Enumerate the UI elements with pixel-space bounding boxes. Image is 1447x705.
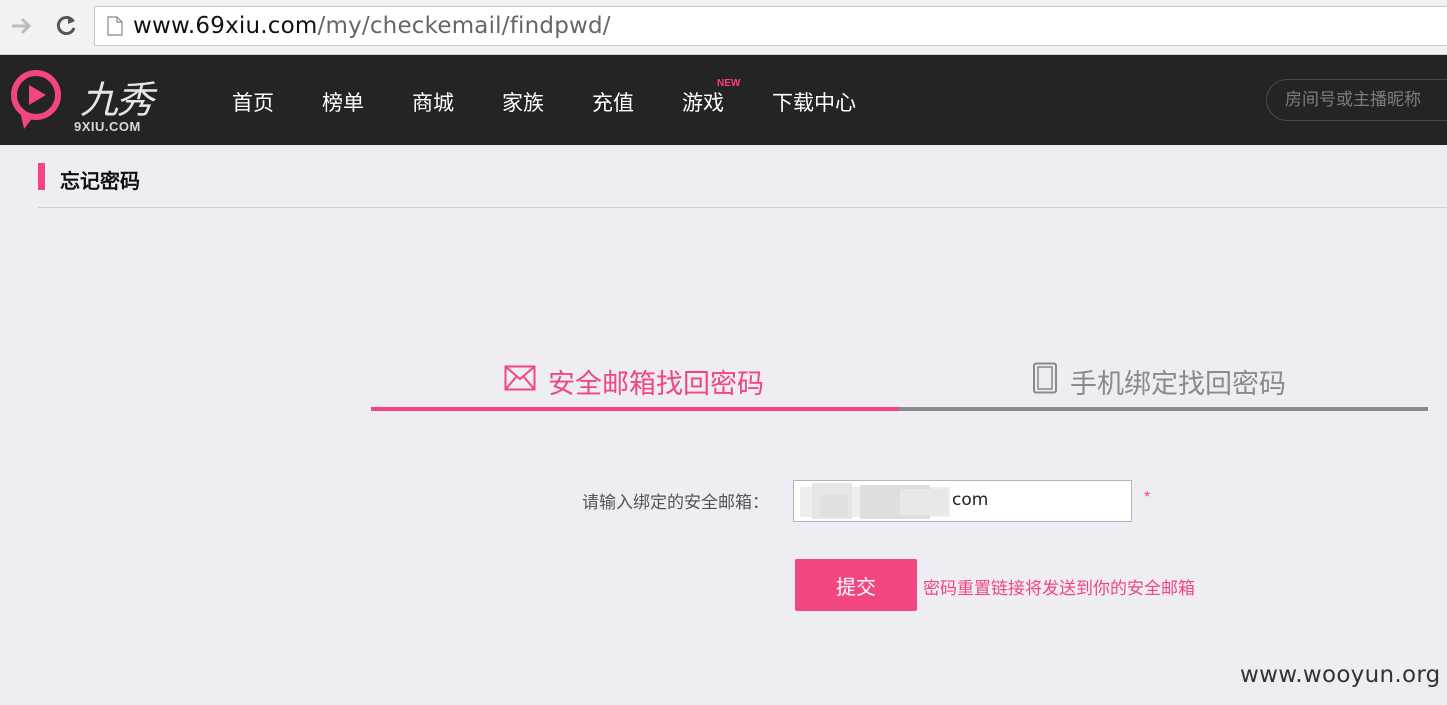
nav-home[interactable]: 首页 — [232, 87, 274, 117]
logo-name: 九秀 — [80, 78, 154, 122]
envelope-icon — [504, 365, 536, 398]
tab-label: 手机绑定找回密码 — [1070, 369, 1286, 400]
nav-recharge[interactable]: 充值 — [592, 87, 634, 117]
address-bar[interactable]: www.69xiu.com/my/checkemail/findpwd/ — [94, 6, 1447, 46]
url-text: www.69xiu.com/my/checkemail/findpwd/ — [133, 13, 611, 39]
site-logo[interactable]: 九秀 9XIU.COM — [10, 65, 170, 137]
nav-mall[interactable]: 商城 — [412, 87, 454, 117]
site-header: 九秀 9XIU.COM 首页 榜单 商城 家族 充值 游戏 NEW 下载中心 — [0, 55, 1447, 145]
email-field-label: 请输入绑定的安全邮箱： — [582, 493, 769, 513]
tab-phone-recovery[interactable]: 手机绑定找回密码 — [1032, 362, 1286, 412]
watermark: www.wooyun.org — [1240, 662, 1441, 688]
title-accent-bar — [38, 163, 45, 190]
page-icon — [107, 16, 123, 40]
title-divider — [38, 207, 1447, 208]
redaction-blur — [800, 483, 950, 519]
phone-icon — [1032, 362, 1058, 401]
arrow-right-icon[interactable] — [8, 12, 36, 40]
browser-toolbar: www.69xiu.com/my/checkemail/findpwd/ — [0, 0, 1447, 55]
url-path: /my/checkemail/findpwd/ — [317, 13, 611, 39]
nav-ranking[interactable]: 榜单 — [322, 87, 364, 117]
search-input[interactable] — [1266, 79, 1447, 121]
nav-family[interactable]: 家族 — [502, 87, 544, 117]
required-mark: * — [1144, 489, 1151, 506]
new-badge: NEW — [717, 78, 741, 89]
url-host: www.69xiu.com — [133, 13, 318, 39]
nav-games[interactable]: 游戏 — [682, 87, 724, 117]
play-pin-icon — [11, 70, 61, 129]
page-title: 忘记密码 — [60, 169, 140, 193]
nav-download-center[interactable]: 下载中心 — [772, 87, 856, 117]
hint-text: 密码重置链接将发送到你的安全邮箱 — [923, 579, 1195, 599]
logo-domain: 9XIU.COM — [74, 119, 141, 134]
tab-label: 安全邮箱找回密码 — [548, 369, 764, 400]
reload-icon[interactable] — [52, 12, 80, 40]
email-field[interactable]: com — [793, 480, 1132, 522]
tab-underline-inactive — [899, 407, 1428, 411]
submit-button[interactable]: 提交 — [795, 559, 917, 611]
email-value: com — [952, 490, 989, 510]
tab-email-recovery[interactable]: 安全邮箱找回密码 — [504, 362, 764, 412]
tab-underline-active — [371, 407, 899, 411]
